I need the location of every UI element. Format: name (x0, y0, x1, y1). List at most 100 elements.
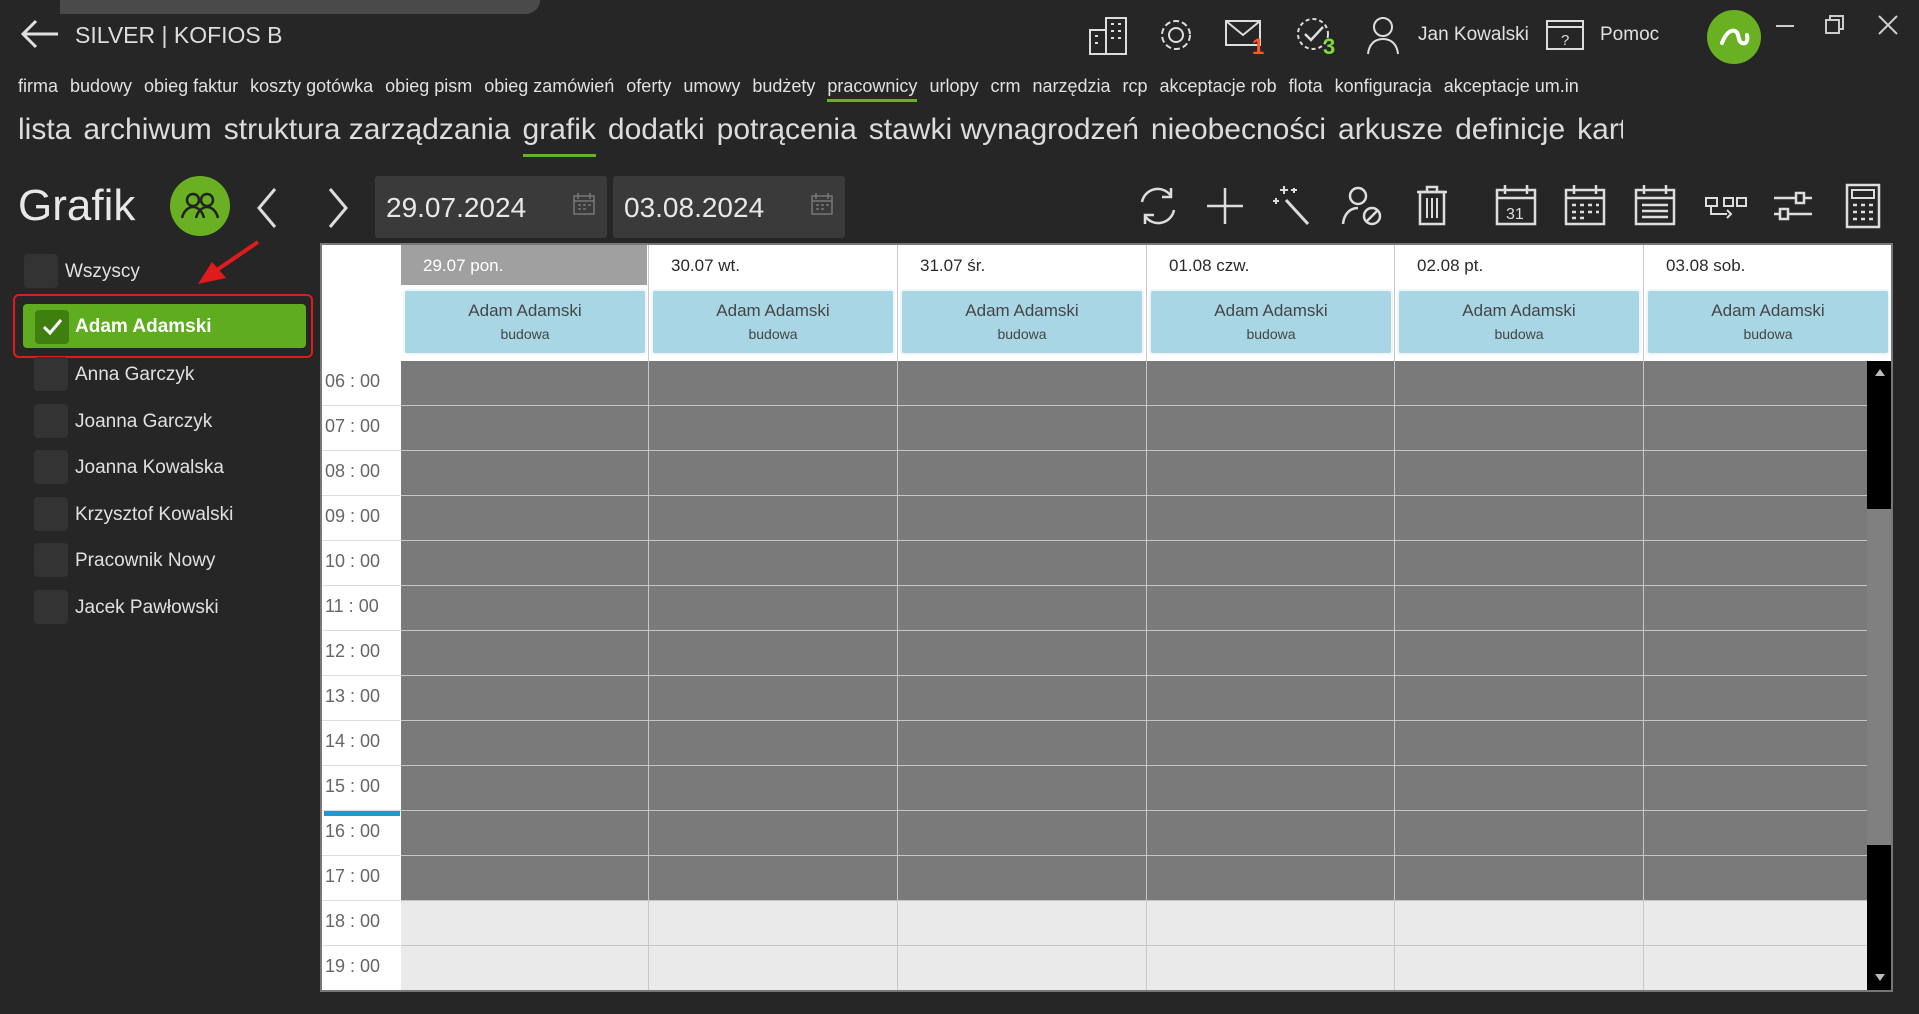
time-slot-row[interactable] (401, 721, 1886, 766)
time-slot-row[interactable] (401, 676, 1886, 721)
org-structure-icon[interactable] (1700, 180, 1750, 232)
time-slot-row[interactable] (401, 541, 1886, 586)
time-slot-row[interactable] (401, 406, 1886, 451)
employee-item[interactable]: Krzysztof Kowalski (22, 494, 312, 534)
employee-checkbox[interactable] (34, 357, 68, 391)
subnav-item-potrącenia[interactable]: potrącenia (717, 113, 857, 157)
user-block-icon[interactable] (1338, 180, 1388, 232)
schedule-entry[interactable]: Adam Adamski budowa (403, 289, 647, 355)
schedule-entry[interactable]: Adam Adamski budowa (900, 289, 1144, 355)
nav-item-koszty-gotówka[interactable]: koszty gotówka (250, 76, 373, 102)
subnav-item-dodatki[interactable]: dodatki (608, 113, 705, 157)
buildings-icon[interactable] (1086, 14, 1132, 56)
trash-icon[interactable] (1407, 180, 1457, 232)
day-header[interactable]: 01.08 czw. (1147, 245, 1393, 285)
day-header[interactable]: 29.07 pon. (401, 245, 647, 285)
time-slot-row[interactable] (401, 901, 1886, 946)
tasks-check-icon[interactable]: 3 (1293, 14, 1339, 59)
back-arrow-icon[interactable] (18, 18, 60, 50)
schedule-entry[interactable]: Adam Adamski budowa (1397, 289, 1641, 355)
nav-item-akceptacje-rob[interactable]: akceptacje rob (1160, 76, 1277, 102)
time-slot-row[interactable] (401, 451, 1886, 496)
subnav-item-arkusze[interactable]: arkusze (1338, 113, 1443, 157)
subnav-item-lista[interactable]: lista (18, 113, 71, 157)
select-all-checkbox[interactable] (24, 254, 58, 288)
nav-item-urlopy[interactable]: urlopy (929, 76, 978, 102)
day-header[interactable]: 31.07 śr. (898, 245, 1144, 285)
nav-item-oferty[interactable]: oferty (626, 76, 671, 102)
employee-checkbox[interactable] (34, 589, 68, 624)
gear-icon[interactable] (1153, 14, 1199, 56)
scroll-up-icon[interactable] (1874, 367, 1886, 377)
nav-item-obieg-zamówień[interactable]: obieg zamówień (484, 76, 614, 102)
date-from-picker[interactable]: 29.07.2024 (375, 176, 607, 238)
employee-checkbox[interactable] (34, 450, 68, 484)
close-icon[interactable] (1870, 12, 1910, 40)
calendar-list-icon[interactable] (1630, 180, 1680, 232)
nav-item-umowy[interactable]: umowy (683, 76, 740, 102)
nav-item-obieg-faktur[interactable]: obieg faktur (144, 76, 238, 102)
employee-item-selected[interactable]: Adam Adamski (23, 304, 306, 348)
schedule-entry[interactable]: Adam Adamski budowa (651, 289, 895, 355)
calendar-icon[interactable] (571, 191, 597, 217)
nav-item-pracownicy[interactable]: pracownicy (827, 76, 918, 102)
user-icon[interactable] (1360, 14, 1406, 56)
user-name[interactable]: Jan Kowalski (1418, 24, 1529, 46)
add-icon[interactable] (1200, 180, 1250, 232)
time-slot-row[interactable] (401, 361, 1886, 406)
minimize-icon[interactable] (1766, 12, 1806, 40)
time-slot-row[interactable] (401, 496, 1886, 541)
nav-item-crm[interactable]: crm (990, 76, 1020, 102)
calendar-day-icon[interactable]: 31 (1491, 180, 1541, 232)
employee-item[interactable]: Jacek Pawłowski (22, 587, 312, 627)
calendar-icon[interactable] (809, 191, 835, 217)
next-week-button[interactable] (316, 183, 356, 233)
time-slot-row[interactable] (401, 946, 1886, 990)
day-header[interactable]: 02.08 pt. (1395, 245, 1641, 285)
time-slot-row[interactable] (401, 586, 1886, 631)
nav-item-obieg-pism[interactable]: obieg pism (385, 76, 472, 102)
help-link[interactable]: Pomoc (1600, 24, 1659, 46)
calculator-icon[interactable] (1838, 180, 1888, 232)
refresh-icon[interactable] (1133, 180, 1183, 232)
nav-item-budowy[interactable]: budowy (70, 76, 132, 102)
time-slot-row[interactable] (401, 766, 1886, 811)
schedule-entry[interactable]: Adam Adamski budowa (1646, 289, 1890, 355)
subnav-item-definicje[interactable]: definicje (1455, 113, 1565, 157)
mail-icon[interactable]: 1 (1222, 14, 1268, 59)
subnav-item-grafik[interactable]: grafik (522, 113, 596, 157)
employee-item[interactable]: Anna Garczyk (22, 354, 312, 394)
subnav-item-karty-płatni[interactable]: karty płatni (1577, 113, 1623, 157)
employee-item[interactable]: Joanna Kowalska (22, 447, 312, 487)
subnav-item-stawki-wynagrodzeń[interactable]: stawki wynagrodzeń (869, 113, 1139, 157)
schedule-entry[interactable]: Adam Adamski budowa (1149, 289, 1393, 355)
nav-item-budżety[interactable]: budżety (752, 76, 815, 102)
nav-item-flota[interactable]: flota (1289, 76, 1323, 102)
sliders-icon[interactable] (1768, 180, 1818, 232)
day-header[interactable]: 30.07 wt. (649, 245, 895, 285)
group-people-button[interactable] (170, 176, 230, 236)
nav-item-konfiguracja[interactable]: konfiguracja (1335, 76, 1432, 102)
magic-wand-icon[interactable] (1270, 180, 1320, 232)
calendar-scrollbar[interactable] (1867, 361, 1891, 990)
employee-item[interactable]: Joanna Garczyk (22, 401, 312, 441)
subnav-item-nieobecności[interactable]: nieobecności (1151, 113, 1326, 157)
day-header[interactable]: 03.08 sob. (1644, 245, 1890, 285)
employee-checkbox[interactable] (34, 403, 68, 438)
employee-checkbox-checked[interactable] (35, 310, 69, 344)
scrollbar-thumb[interactable] (1867, 509, 1891, 845)
prev-week-button[interactable] (249, 183, 289, 233)
scroll-down-icon[interactable] (1874, 973, 1886, 983)
restore-icon[interactable] (1814, 12, 1854, 40)
time-slot-row[interactable] (401, 856, 1886, 901)
subnav-item-archiwum[interactable]: archiwum (83, 113, 211, 157)
date-to-picker[interactable]: 03.08.2024 (613, 176, 845, 238)
subnav-item-struktura-zarządzania[interactable]: struktura zarządzania (224, 113, 511, 157)
calendar-week-icon[interactable] (1560, 180, 1610, 232)
nav-item-firma[interactable]: firma (18, 76, 58, 102)
time-slot-row[interactable] (401, 631, 1886, 676)
time-slot-row[interactable] (401, 811, 1886, 856)
employee-checkbox[interactable] (34, 543, 68, 577)
employee-item[interactable]: Pracownik Nowy (22, 540, 312, 580)
nav-item-akceptacje-um.in[interactable]: akceptacje um.in (1444, 76, 1579, 102)
